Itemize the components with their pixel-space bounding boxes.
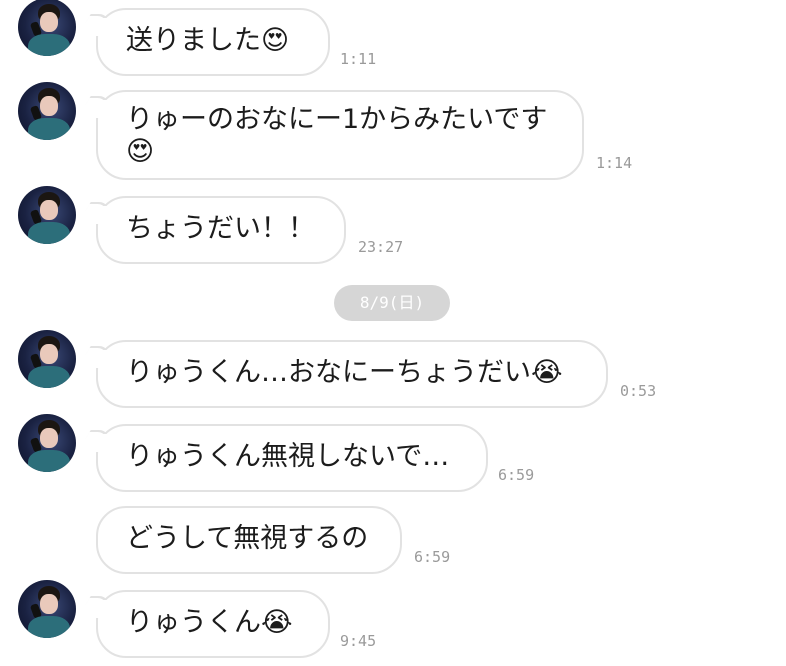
chat-thread: 送りました😍 1:11 りゅーのおなにー1からみたいです 😍 1:14 ちょうだ… <box>0 0 786 666</box>
message-time: 9:45 <box>340 632 377 650</box>
avatar[interactable] <box>18 82 76 140</box>
message-time: 6:59 <box>498 466 535 484</box>
avatar-shirt <box>28 616 70 638</box>
message-text: りゅうくん…おなにーちょうだい😭 <box>126 357 563 388</box>
avatar[interactable] <box>18 414 76 472</box>
message-bubble[interactable]: りゅーのおなにー1からみたいです 😍 <box>96 90 584 180</box>
avatar-shirt <box>28 366 70 388</box>
date-separator: 8/9(日) <box>334 285 450 321</box>
avatar-shirt <box>28 450 70 472</box>
avatar-face <box>40 96 58 116</box>
message-bubble[interactable]: ちょうだい！！ <box>96 196 346 264</box>
message-text-emoji: 😍 <box>126 136 155 167</box>
message-bubble[interactable]: どうして無視するの <box>96 506 402 574</box>
message-time: 0:53 <box>620 382 657 400</box>
message-time: 1:11 <box>340 50 377 68</box>
message-text: りゅうくん😭 <box>126 607 293 638</box>
avatar[interactable] <box>18 580 76 638</box>
message-time: 1:14 <box>596 154 633 172</box>
avatar-shirt <box>28 118 70 140</box>
avatar-face <box>40 344 58 364</box>
message-bubble[interactable]: りゅうくん😭 <box>96 590 330 658</box>
message-text: ちょうだい！！ <box>126 213 315 244</box>
avatar-face <box>40 428 58 448</box>
message-bubble[interactable]: りゅうくん…おなにーちょうだい😭 <box>96 340 608 408</box>
avatar-shirt <box>28 34 70 56</box>
avatar[interactable] <box>18 0 76 56</box>
avatar-face <box>40 200 58 220</box>
avatar[interactable] <box>18 186 76 244</box>
message-text: 送りました😍 <box>126 25 290 56</box>
message-text: りゅーのおなにー1からみたいです <box>126 104 548 135</box>
message-bubble[interactable]: 送りました😍 <box>96 8 330 76</box>
message-time: 23:27 <box>358 238 404 256</box>
message-bubble[interactable]: りゅうくん無視しないで… <box>96 424 488 492</box>
avatar[interactable] <box>18 330 76 388</box>
message-text: どうして無視するの <box>126 523 369 554</box>
avatar-face <box>40 594 58 614</box>
message-time: 6:59 <box>414 548 451 566</box>
avatar-shirt <box>28 222 70 244</box>
message-text: りゅうくん無視しないで… <box>126 441 450 472</box>
avatar-face <box>40 12 58 32</box>
